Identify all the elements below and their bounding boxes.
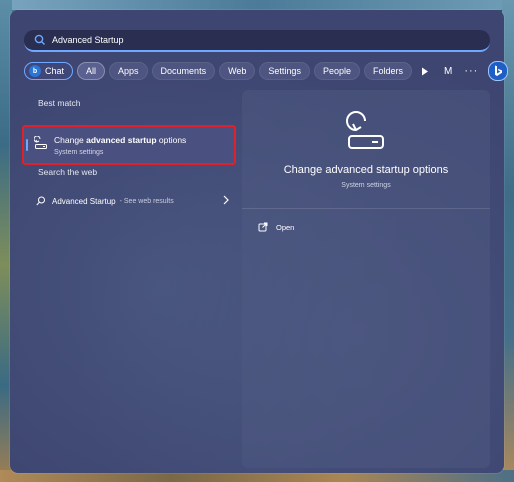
open-action[interactable]: Open xyxy=(258,222,294,232)
selection-indicator xyxy=(26,139,28,151)
best-match-heading: Best match xyxy=(38,98,81,108)
preview-title: Change advanced startup options xyxy=(283,164,449,176)
filter-folders[interactable]: Folders xyxy=(363,62,412,80)
preview-pane: Change advanced startup options System s… xyxy=(242,90,490,468)
wallpaper-top xyxy=(0,0,514,10)
play-arrow-icon xyxy=(422,67,428,75)
advanced-startup-icon xyxy=(34,136,47,149)
filter-settings[interactable]: Settings xyxy=(259,62,310,80)
start-search-panel: Advanced Startup b Chat All Apps Documen… xyxy=(10,10,509,473)
filter-bar: b Chat All Apps Documents Web Settings P… xyxy=(24,61,509,81)
search-icon xyxy=(36,196,45,206)
filter-chat-label: Chat xyxy=(45,66,65,76)
open-label: Open xyxy=(276,222,295,232)
preview-subtitle: System settings xyxy=(341,182,391,189)
filter-people[interactable]: People xyxy=(313,62,360,80)
filter-all[interactable]: All xyxy=(77,62,106,80)
best-match-result[interactable]: Change advanced startup options System s… xyxy=(22,125,236,165)
filter-chat[interactable]: b Chat xyxy=(24,62,74,80)
account-avatar[interactable]: M xyxy=(444,66,452,77)
best-match-subtitle: System settings xyxy=(54,149,104,156)
web-result-hint: - See web results xyxy=(119,197,174,205)
web-result-text: Advanced Startup xyxy=(52,196,116,206)
bing-icon: b xyxy=(29,65,41,77)
filter-documents[interactable]: Documents xyxy=(151,62,216,80)
more-filters-button[interactable] xyxy=(418,62,432,80)
search-icon xyxy=(34,34,45,45)
open-external-icon xyxy=(258,222,268,232)
filter-apps[interactable]: Apps xyxy=(109,62,148,80)
web-result-item[interactable]: Advanced Startup - See web results xyxy=(22,190,236,212)
search-query: Advanced Startup xyxy=(52,35,124,45)
filter-web[interactable]: Web xyxy=(219,62,256,80)
advanced-startup-large-icon xyxy=(346,111,384,149)
bing-logo-icon xyxy=(495,65,503,76)
chevron-right-icon[interactable] xyxy=(222,195,230,205)
bing-chat-button[interactable] xyxy=(488,61,509,81)
search-web-heading: Search the web xyxy=(38,167,98,177)
more-options-button[interactable]: ··· xyxy=(464,65,478,77)
preview-divider xyxy=(242,208,490,209)
best-match-title: Change advanced startup options xyxy=(54,135,187,145)
search-input[interactable]: Advanced Startup xyxy=(24,30,490,52)
